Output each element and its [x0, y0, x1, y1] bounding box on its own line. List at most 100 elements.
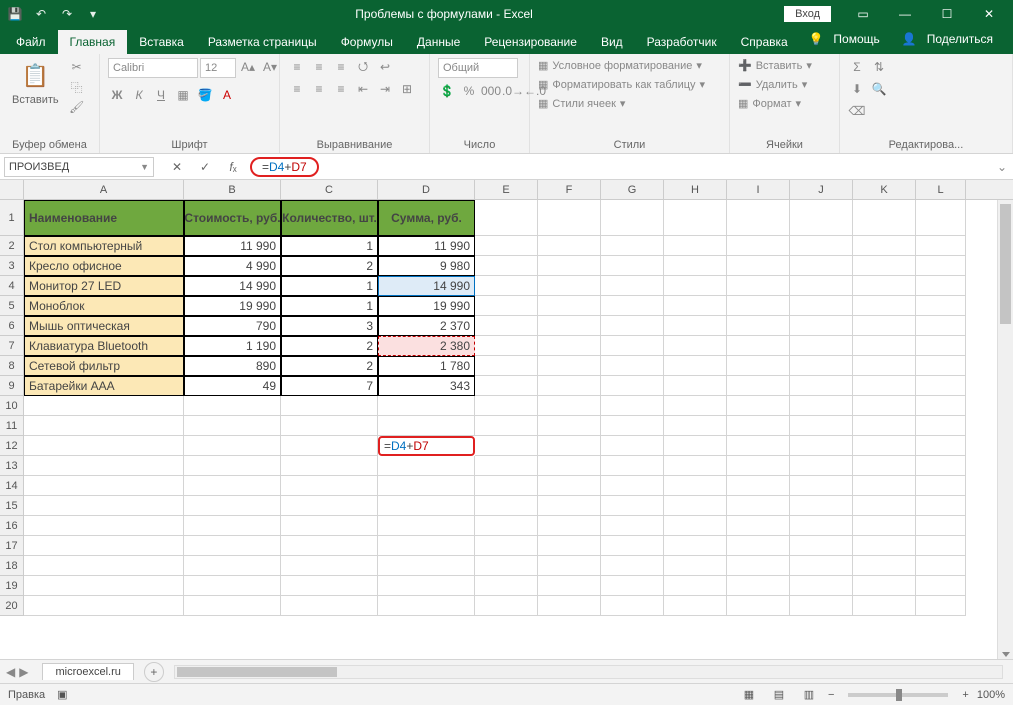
cell[interactable] [538, 436, 601, 456]
cell[interactable] [916, 516, 966, 536]
cell[interactable] [916, 536, 966, 556]
cell-qty[interactable]: 7 [281, 376, 378, 396]
cell[interactable] [727, 336, 790, 356]
cell[interactable] [475, 476, 538, 496]
cell[interactable] [664, 536, 727, 556]
cell[interactable] [601, 476, 664, 496]
cell[interactable] [475, 376, 538, 396]
cell[interactable] [601, 276, 664, 296]
cell[interactable] [281, 536, 378, 556]
font-size-combo[interactable]: 12 [200, 58, 236, 78]
grow-font-icon[interactable]: A▴ [238, 58, 258, 76]
row-header[interactable]: 14 [0, 476, 24, 496]
cell[interactable] [664, 256, 727, 276]
cell[interactable] [601, 556, 664, 576]
cell[interactable] [538, 556, 601, 576]
cell[interactable] [853, 276, 916, 296]
cell[interactable] [853, 576, 916, 596]
col-header[interactable]: I [727, 180, 790, 199]
cell[interactable] [475, 276, 538, 296]
copy-icon[interactable]: ⿻ [67, 78, 87, 96]
cell[interactable] [853, 316, 916, 336]
share-button[interactable]: 👤 Поделиться [896, 24, 1005, 54]
cell[interactable] [475, 356, 538, 376]
paste-button[interactable]: 📋 Вставить [8, 58, 63, 108]
cut-icon[interactable]: ✂ [67, 58, 87, 76]
insert-cells-button[interactable]: ➕ Вставить ▾ [738, 58, 812, 73]
cell[interactable] [24, 476, 184, 496]
cell[interactable] [475, 576, 538, 596]
cell[interactable] [475, 256, 538, 276]
shrink-font-icon[interactable]: A▾ [260, 58, 280, 76]
col-header[interactable]: G [601, 180, 664, 199]
cell-sum[interactable]: 343 [378, 376, 475, 396]
row-header[interactable]: 2 [0, 236, 24, 256]
cell[interactable] [538, 416, 601, 436]
cell[interactable] [601, 456, 664, 476]
row-header[interactable]: 15 [0, 496, 24, 516]
sort-filter-icon[interactable]: ⇅ [870, 58, 888, 76]
cell-cost[interactable]: 11 990 [184, 236, 281, 256]
cell[interactable] [727, 596, 790, 616]
cell[interactable] [538, 336, 601, 356]
sheet-nav-next-icon[interactable]: ▶ [19, 665, 28, 679]
cell[interactable] [727, 456, 790, 476]
cell[interactable] [790, 296, 853, 316]
cell[interactable] [601, 516, 664, 536]
cell[interactable] [184, 576, 281, 596]
normal-view-icon[interactable]: ▦ [738, 686, 760, 704]
cell[interactable] [853, 416, 916, 436]
cell[interactable] [853, 256, 916, 276]
cell[interactable] [853, 396, 916, 416]
cell-sum[interactable]: 2 370 [378, 316, 475, 336]
align-top-icon[interactable]: ≡ [288, 58, 306, 76]
cell[interactable] [475, 496, 538, 516]
cell[interactable] [664, 296, 727, 316]
cell[interactable] [916, 276, 966, 296]
col-header[interactable]: K [853, 180, 916, 199]
col-header[interactable]: A [24, 180, 184, 199]
borders-icon[interactable]: ▦ [174, 86, 192, 104]
cell[interactable] [601, 536, 664, 556]
row-header[interactable]: 9 [0, 376, 24, 396]
spreadsheet-grid[interactable]: A B C D E F G H I J K L 1НаименованиеСто… [0, 180, 1013, 659]
cell[interactable] [916, 336, 966, 356]
cell-cost[interactable]: 790 [184, 316, 281, 336]
horizontal-scrollbar[interactable] [174, 665, 1003, 679]
cell[interactable] [24, 516, 184, 536]
cell-name[interactable]: Клавиатура Bluetooth [24, 336, 184, 356]
cell[interactable] [281, 476, 378, 496]
row-header[interactable]: 6 [0, 316, 24, 336]
cell[interactable] [727, 496, 790, 516]
align-right-icon[interactable]: ≡ [332, 80, 350, 98]
cell[interactable] [378, 456, 475, 476]
cell[interactable] [790, 376, 853, 396]
redo-icon[interactable]: ↷ [56, 3, 78, 25]
cell[interactable] [853, 236, 916, 256]
sheet-nav-prev-icon[interactable]: ◀ [6, 665, 15, 679]
cell[interactable] [853, 376, 916, 396]
cell-cost[interactable]: 14 990 [184, 276, 281, 296]
cell[interactable] [790, 536, 853, 556]
cell[interactable] [601, 596, 664, 616]
bold-icon[interactable]: Ж [108, 86, 126, 104]
cell[interactable] [790, 336, 853, 356]
cell[interactable] [727, 576, 790, 596]
cell[interactable] [727, 200, 790, 236]
row-header[interactable]: 17 [0, 536, 24, 556]
cell[interactable] [916, 476, 966, 496]
cell[interactable] [184, 436, 281, 456]
cell[interactable] [601, 236, 664, 256]
row-header[interactable]: 8 [0, 356, 24, 376]
cell[interactable] [853, 456, 916, 476]
cell[interactable] [916, 316, 966, 336]
cell[interactable] [916, 356, 966, 376]
cell[interactable] [790, 456, 853, 476]
cell-qty[interactable]: 1 [281, 296, 378, 316]
login-button[interactable]: Вход [784, 6, 831, 22]
cell[interactable] [475, 296, 538, 316]
vertical-scrollbar[interactable] [997, 200, 1013, 659]
cell[interactable] [601, 576, 664, 596]
row-header[interactable]: 10 [0, 396, 24, 416]
cell[interactable] [601, 396, 664, 416]
